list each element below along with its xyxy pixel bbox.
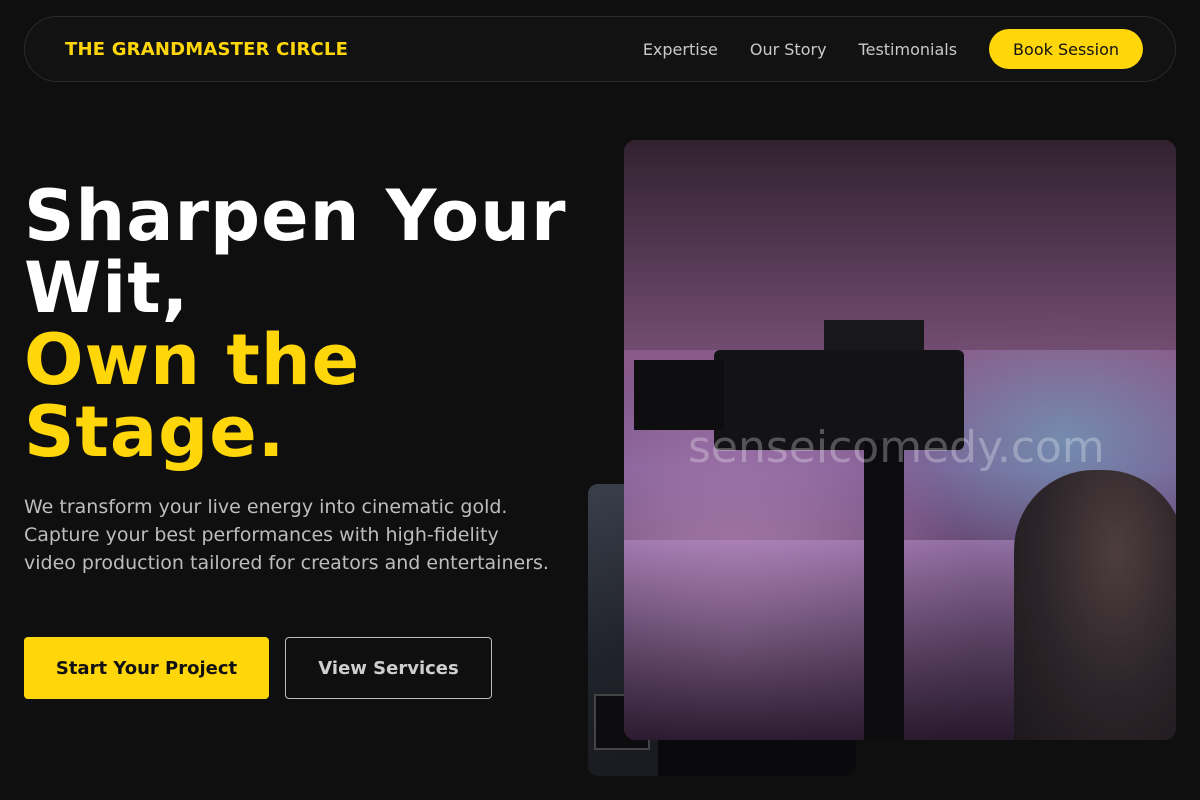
ceiling-shape [624,140,1176,350]
camera-top-shape [824,320,924,350]
nav-link-expertise[interactable]: Expertise [643,40,718,59]
book-session-button[interactable]: Book Session [989,29,1143,69]
image-watermark: senseicomedy.com [688,422,1105,473]
nav-link-testimonials[interactable]: Testimonials [859,40,958,59]
brand-logo[interactable]: THE GRANDMASTER CIRCLE [65,39,348,60]
nav-links: Expertise Our Story Testimonials Book Se… [643,29,1143,69]
camera-operator-shape [1014,470,1176,740]
headline-line-3: Own the [24,319,361,401]
nav-link-our-story[interactable]: Our Story [750,40,827,59]
hero-headline: Sharpen Your Wit, Own the Stage. [24,180,604,468]
headline-line-2: Wit, [24,247,190,329]
camera-pole-shape [864,440,904,740]
hero-camera-image: senseicomedy.com [624,140,1176,740]
top-navbar: THE GRANDMASTER CIRCLE Expertise Our Sto… [24,16,1176,82]
view-services-button[interactable]: View Services [285,637,492,699]
headline-line-4: Stage. [24,391,286,473]
start-project-button[interactable]: Start Your Project [24,637,269,699]
headline-line-1: Sharpen Your [24,175,567,257]
hero-section: Sharpen Your Wit, Own the Stage. [24,180,604,468]
camera-lens-shape [634,360,724,430]
hero-subtext: We transform your live energy into cinem… [24,496,549,574]
